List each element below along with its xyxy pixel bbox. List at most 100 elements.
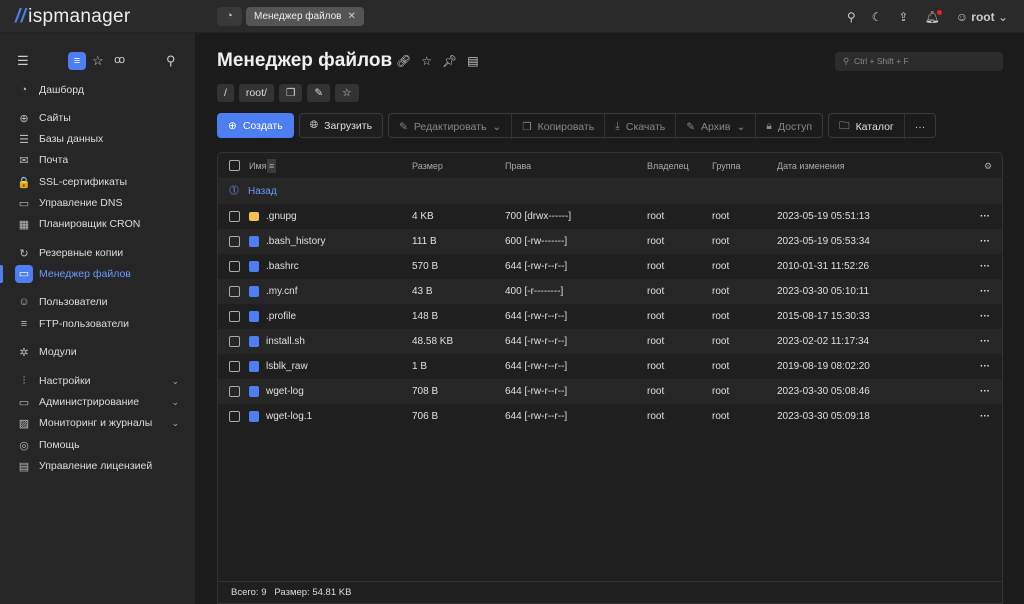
close-icon[interactable]: ✕ — [348, 11, 356, 22]
tab-file-manager[interactable]: Менеджер файлов✕ — [246, 7, 364, 26]
sort-icon[interactable]: ≡ — [267, 159, 276, 173]
table-row[interactable]: wget-log.1 706 B 644 [-rw-r--r--] root r… — [218, 404, 1002, 429]
row-menu-icon[interactable]: ··· — [980, 304, 990, 329]
sidebar-item[interactable]: ☰Базы данных — [0, 129, 195, 149]
col-rights[interactable]: Права — [505, 153, 531, 179]
table-row[interactable]: .bashrc 570 B 644 [-rw-r--r--] root root… — [218, 254, 1002, 279]
list-icon[interactable]: ≡ — [68, 52, 86, 70]
row-menu-icon[interactable]: ··· — [980, 254, 990, 279]
file-name[interactable]: wget-log — [266, 379, 304, 404]
hamburger-icon[interactable]: ☰ — [17, 53, 29, 69]
file-name[interactable]: .gnupg — [266, 204, 297, 229]
user-menu[interactable]: ☺ root ⌄ — [956, 10, 1008, 24]
moon-icon[interactable]: ☾ — [872, 10, 883, 24]
edit-button[interactable]: ✎Редактировать⌄ — [389, 114, 512, 139]
file-name[interactable]: .profile — [266, 304, 296, 329]
table-row[interactable]: .my.cnf 43 B 400 [-r--------] root root … — [218, 279, 1002, 304]
create-button[interactable]: ⊕Создать — [217, 113, 294, 138]
file-name[interactable]: wget-log.1 — [266, 404, 312, 429]
row-checkbox[interactable] — [229, 336, 240, 347]
sidebar-item[interactable]: ▨Мониторинг и журналы⌄ — [0, 413, 195, 433]
settings-icon[interactable]: ⚙ — [984, 153, 992, 179]
search-icon[interactable]: ⚲ — [166, 53, 176, 69]
col-name[interactable]: Имя — [249, 153, 267, 179]
upload-icon[interactable]: ⇪ — [898, 10, 908, 24]
table-row[interactable]: .profile 148 B 644 [-rw-r--r--] root roo… — [218, 304, 1002, 329]
pin-icon[interactable]: 📌︎ — [442, 54, 457, 68]
access-button[interactable]: 🔒︎Доступ — [756, 114, 822, 139]
col-size[interactable]: Размер — [412, 153, 443, 179]
row-checkbox[interactable] — [229, 236, 240, 247]
row-checkbox[interactable] — [229, 311, 240, 322]
sidebar-item[interactable]: ▦Планировщик CRON — [0, 214, 195, 234]
file-name[interactable]: .bash_history — [266, 229, 325, 254]
chevron-down-icon[interactable]: ⌄ — [171, 376, 179, 387]
breadcrumb-root[interactable]: / — [217, 84, 234, 102]
row-checkbox[interactable] — [229, 286, 240, 297]
sidebar-item[interactable]: ↻Резервные копии — [0, 243, 195, 263]
search-input[interactable]: ⚲ Ctrl + Shift + F — [835, 52, 1003, 71]
col-owner[interactable]: Владелец — [647, 153, 689, 179]
logo[interactable]: //ispmanager — [15, 6, 130, 28]
col-group[interactable]: Группа — [712, 153, 741, 179]
col-date[interactable]: Дата изменения — [777, 153, 845, 179]
copy-button[interactable]: ❐Копировать — [512, 114, 605, 139]
sidebar-item[interactable]: 🔒SSL-сертификаты — [0, 172, 195, 192]
sidebar-item-label: Менеджер файлов — [39, 268, 131, 280]
row-menu-icon[interactable]: ··· — [980, 329, 990, 354]
select-all-checkbox[interactable] — [229, 160, 240, 171]
back-row[interactable]: ⓵ Назад — [218, 179, 1002, 204]
sidebar-item[interactable]: ▭Администрирование⌄ — [0, 392, 195, 412]
bell-icon[interactable]: 🔔︎ — [924, 10, 939, 24]
table-row[interactable]: install.sh 48.58 KB 644 [-rw-r--r--] roo… — [218, 329, 1002, 354]
document-icon[interactable]: ▤ — [467, 54, 478, 68]
more-button[interactable]: ··· — [905, 114, 936, 139]
row-checkbox[interactable] — [229, 361, 240, 372]
sidebar-item[interactable]: ▭Менеджер файлов — [0, 264, 195, 284]
row-checkbox[interactable] — [229, 261, 240, 272]
row-menu-icon[interactable]: ··· — [980, 204, 990, 229]
sidebar-item[interactable]: ✲Модули — [0, 342, 195, 362]
sidebar-item[interactable]: ≡FTP-пользователи — [0, 314, 195, 334]
row-menu-icon[interactable]: ··· — [980, 404, 990, 429]
row-menu-icon[interactable]: ··· — [980, 354, 990, 379]
sidebar-item[interactable]: ▤Управление лицензией — [0, 456, 195, 476]
upload-button[interactable]: 🌐︎Загрузить — [299, 113, 383, 138]
sidebar-item[interactable]: ▭Управление DNS — [0, 193, 195, 213]
catalog-button[interactable]: 🗀Каталог — [829, 114, 905, 139]
file-name[interactable]: .my.cnf — [266, 279, 297, 304]
row-menu-icon[interactable]: ··· — [980, 379, 990, 404]
link-icon[interactable]: 🔗︎ — [396, 54, 411, 68]
row-menu-icon[interactable]: ··· — [980, 279, 990, 304]
star-icon[interactable]: ☆ — [92, 53, 104, 69]
chevron-down-icon[interactable]: ⌄ — [171, 397, 179, 408]
footprints-icon[interactable]: ꝏ — [114, 53, 125, 66]
file-name[interactable]: lsblk_raw — [266, 354, 308, 379]
table-row[interactable]: .bash_history 111 B 600 [-rw-------] roo… — [218, 229, 1002, 254]
sidebar-item[interactable]: ⫶Настройки⌄ — [0, 371, 195, 391]
table-row[interactable]: wget-log 708 B 644 [-rw-r--r--] root roo… — [218, 379, 1002, 404]
star-icon[interactable]: ☆ — [421, 54, 432, 68]
row-menu-icon[interactable]: ··· — [980, 229, 990, 254]
file-name[interactable]: .bashrc — [266, 254, 299, 279]
sidebar-item[interactable]: ⊕Сайты — [0, 108, 195, 128]
breadcrumb-root-dir[interactable]: root/ — [239, 84, 274, 102]
copy-path-icon[interactable]: ❐ — [279, 84, 302, 102]
favorite-folder-icon[interactable]: ☆ — [335, 84, 358, 102]
dashboard-tab-icon[interactable]: ◔ — [217, 7, 242, 26]
sidebar-item[interactable]: ◎Помощь — [0, 435, 195, 455]
file-name[interactable]: install.sh — [266, 329, 305, 354]
edit-path-icon[interactable]: ✎ — [307, 84, 330, 102]
sidebar-item[interactable]: ✉Почта — [0, 150, 195, 170]
chevron-down-icon[interactable]: ⌄ — [171, 418, 179, 429]
row-checkbox[interactable] — [229, 386, 240, 397]
table-row[interactable]: .gnupg 4 KB 700 [drwx------] root root 2… — [218, 204, 1002, 229]
row-checkbox[interactable] — [229, 211, 240, 222]
table-row[interactable]: lsblk_raw 1 B 644 [-rw-r--r--] root root… — [218, 354, 1002, 379]
row-checkbox[interactable] — [229, 411, 240, 422]
sidebar-item[interactable]: ☺Пользователи — [0, 292, 195, 312]
sidebar-item[interactable]: ◔Дашборд — [0, 80, 195, 100]
search-icon[interactable]: ⚲ — [847, 10, 856, 24]
archive-button[interactable]: ✎Архив⌄ — [676, 114, 756, 139]
download-button[interactable]: ⤓Скачать — [605, 114, 676, 139]
